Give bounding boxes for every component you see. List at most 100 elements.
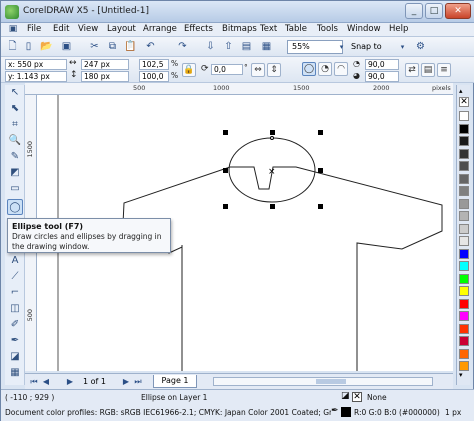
open-icon[interactable]: 📂 — [39, 40, 54, 54]
application-launcher-icon[interactable]: ▤ — [239, 40, 254, 54]
mirror-vertical-icon[interactable]: ⇕ — [267, 63, 281, 77]
width-field[interactable]: 247 px — [81, 59, 129, 70]
rectangle-tool-icon[interactable]: ▭ — [7, 181, 23, 197]
shape-tool-icon[interactable]: ⬉ — [7, 101, 23, 117]
new-icon[interactable]: ▯ — [21, 40, 36, 54]
paste-icon[interactable]: 📋 — [123, 40, 138, 54]
next-page-icon[interactable]: ▶ — [65, 376, 75, 387]
menu-effects[interactable]: Effects — [184, 24, 213, 34]
wrap-text-icon[interactable]: ▤ — [421, 63, 435, 77]
last-page-icon[interactable]: ⏭ — [133, 376, 143, 387]
color-profiles-info[interactable]: Document color profiles: RGB: sRGB IEC61… — [5, 408, 331, 417]
menu-arrange[interactable]: Arrange — [143, 24, 177, 34]
menu-table[interactable]: Table — [285, 24, 307, 34]
color-swatch[interactable] — [459, 198, 469, 209]
import-icon[interactable]: ⇩ — [203, 40, 218, 54]
zoom-chevron-down-icon[interactable]: ▾ — [334, 40, 349, 54]
color-swatch[interactable] — [459, 223, 469, 234]
options-icon[interactable]: ⚙ — [413, 40, 428, 54]
snap-chevron-down-icon[interactable]: ▾ — [395, 40, 410, 54]
scrollbar-thumb[interactable] — [316, 379, 346, 384]
color-swatch[interactable] — [459, 173, 469, 184]
document-icon[interactable]: ▣ — [5, 21, 21, 37]
y-position-field[interactable]: y: 1.143 px — [5, 71, 67, 82]
menu-edit[interactable]: Edit — [53, 24, 69, 34]
text-tool-icon[interactable]: A — [7, 253, 23, 269]
palette-scroll-down-icon[interactable]: ▾ — [459, 371, 463, 379]
page-1-tab[interactable]: Page 1 — [153, 375, 197, 388]
menu-text[interactable]: Text — [260, 24, 277, 34]
connector-tool-icon[interactable]: ⌐ — [7, 285, 23, 301]
previous-page-icon[interactable]: ◀ — [41, 376, 51, 387]
next-page-icon[interactable]: ▶ — [121, 376, 131, 387]
ellipse-tool-icon[interactable]: ◯ — [7, 199, 23, 215]
snap-to-dropdown[interactable]: Snap to — [351, 40, 395, 54]
height-field[interactable]: 180 px — [81, 71, 129, 82]
color-swatch[interactable] — [459, 361, 469, 371]
pick-tool-icon[interactable]: ↖ — [7, 85, 23, 101]
mirror-horizontal-icon[interactable]: ⇔ — [251, 63, 265, 77]
horizontal-scrollbar[interactable] — [213, 377, 433, 386]
menu-bitmaps[interactable]: Bitmaps — [222, 24, 257, 34]
menu-layout[interactable]: Layout — [107, 24, 136, 34]
color-swatch[interactable] — [459, 111, 469, 121]
undo-icon[interactable]: ↶ — [143, 40, 158, 54]
export-icon[interactable]: ⇧ — [221, 40, 236, 54]
copy-icon[interactable]: ⧉ — [105, 40, 120, 54]
menu-help[interactable]: Help — [389, 24, 408, 34]
cut-icon[interactable]: ✂ — [87, 40, 102, 54]
minimize-button[interactable]: _ — [405, 3, 423, 19]
smart-fill-tool-icon[interactable]: ◩ — [7, 165, 23, 181]
scale-x-field[interactable]: 102,5 — [139, 59, 169, 70]
interactive-mesh-fill-icon[interactable]: ▦ — [7, 365, 23, 381]
outline-width-icon[interactable]: ≡ — [437, 63, 451, 77]
color-swatch[interactable] — [459, 123, 469, 134]
ellipse-mode-icon[interactable]: ◯ — [302, 62, 316, 76]
parallel-dimension-tool-icon[interactable]: ⟋ — [7, 269, 23, 285]
new-document-icon[interactable]: 🗋 — [5, 40, 20, 54]
color-swatch[interactable] — [459, 298, 469, 309]
welcome-screen-icon[interactable]: ▦ — [259, 40, 274, 54]
color-swatch[interactable] — [459, 236, 469, 246]
restore-button[interactable]: □ — [425, 3, 443, 19]
menu-view[interactable]: View — [78, 24, 98, 34]
first-page-icon[interactable]: ⏮ — [29, 376, 39, 387]
color-swatch[interactable] — [459, 311, 469, 321]
color-swatch[interactable] — [459, 148, 469, 159]
arc-mode-icon[interactable]: ◠ — [334, 62, 348, 76]
redo-icon[interactable]: ↷ — [175, 40, 190, 54]
save-icon[interactable]: ▣ — [59, 40, 74, 54]
menu-window[interactable]: Window — [347, 24, 381, 34]
x-position-field[interactable]: x: 550 px — [5, 59, 67, 70]
color-swatch[interactable] — [459, 186, 469, 196]
color-swatch[interactable] — [459, 323, 469, 334]
no-fill-swatch[interactable]: ✕ — [459, 97, 469, 107]
color-swatch[interactable] — [459, 248, 469, 259]
outline-pen-tool-icon[interactable]: ✒ — [7, 333, 23, 349]
palette-scroll-up-icon[interactable]: ▴ — [459, 87, 463, 95]
lock-ratio-icon[interactable]: 🔒 — [182, 63, 196, 77]
direction-icon[interactable]: ⇄ — [405, 63, 419, 77]
color-swatch[interactable] — [459, 161, 469, 171]
menu-tools[interactable]: Tools — [317, 24, 338, 34]
close-button[interactable]: ✕ — [445, 3, 471, 19]
rotation-field[interactable]: 0,0 — [211, 64, 243, 75]
color-swatch[interactable] — [459, 336, 469, 346]
eyedropper-tool-icon[interactable]: ✐ — [7, 317, 23, 333]
end-angle-field[interactable]: 90,0 — [365, 71, 399, 82]
color-swatch[interactable] — [459, 261, 469, 271]
color-swatch[interactable] — [459, 211, 469, 221]
menu-file[interactable]: File — [27, 24, 41, 34]
scale-y-field[interactable]: 100,0 — [139, 71, 169, 82]
color-swatch[interactable] — [459, 273, 469, 284]
horizontal-ruler[interactable]: 500 1000 1500 2000 pixels — [25, 83, 453, 95]
pie-mode-icon[interactable]: ◔ — [318, 62, 332, 76]
crop-tool-icon[interactable]: ⌗ — [7, 117, 23, 133]
color-swatch[interactable] — [459, 136, 469, 146]
fill-tool-icon[interactable]: ◪ — [7, 349, 23, 365]
freehand-tool-icon[interactable]: ✎ — [7, 149, 23, 165]
zoom-tool-icon[interactable]: 🔍 — [7, 133, 23, 149]
start-angle-field[interactable]: 90,0 — [365, 59, 399, 70]
color-swatch[interactable] — [459, 286, 469, 296]
color-swatch[interactable] — [459, 348, 469, 359]
